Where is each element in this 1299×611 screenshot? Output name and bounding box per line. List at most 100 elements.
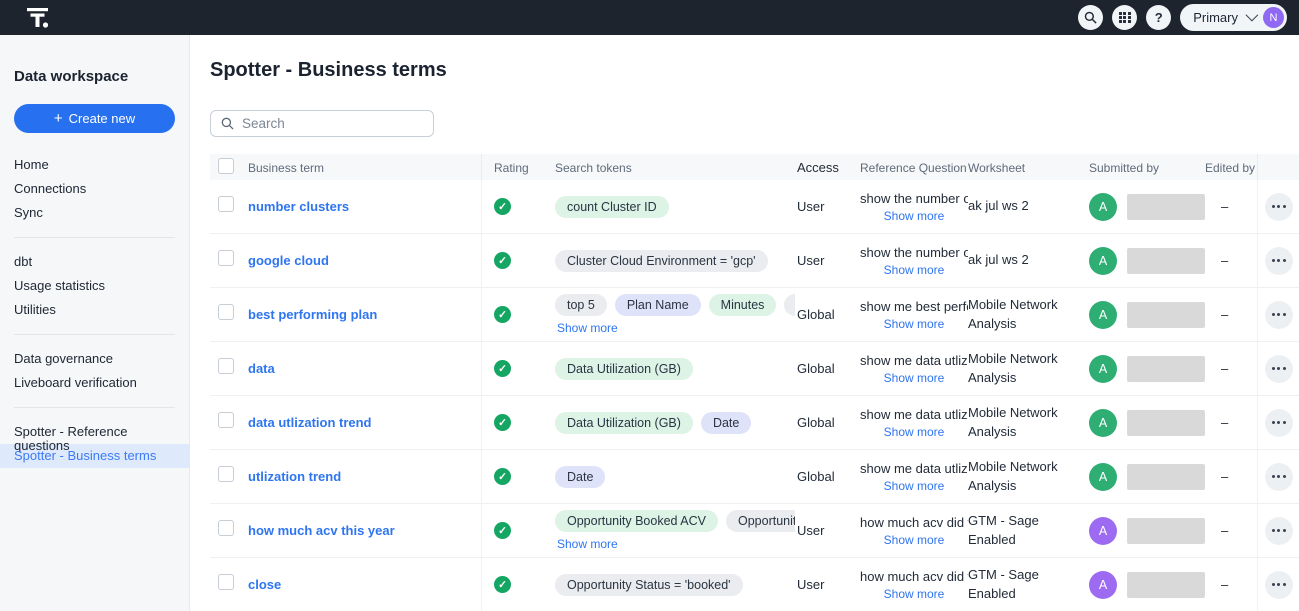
sidebar-item-usage-statistics[interactable]: Usage statistics (0, 274, 189, 298)
header-worksheet: Worksheet (968, 160, 1085, 175)
verified-check-icon: ✓ (494, 360, 511, 377)
sidebar: Data workspace + Create new HomeConnecti… (0, 35, 190, 611)
reference-question-text: show me data utlizati (860, 353, 968, 368)
reference-question-cell: how much acv did w Show more (860, 569, 968, 601)
more-actions-button[interactable] (1265, 193, 1293, 221)
reference-show-more-link[interactable]: Show more (860, 533, 968, 547)
header-submitted-by: Submitted by (1085, 160, 1205, 175)
table-row: data utlization trend ✓ Data Utilization… (210, 396, 1299, 450)
sidebar-item-liveboard-verification[interactable]: Liveboard verification (0, 371, 189, 395)
more-actions-button[interactable] (1265, 301, 1293, 329)
business-term-link[interactable]: close (248, 577, 481, 592)
sidebar-item-spotter-business-terms[interactable]: Spotter - Business terms (0, 444, 189, 468)
reference-show-more-link[interactable]: Show more (860, 371, 968, 385)
sidebar-title: Data workspace (14, 68, 189, 85)
actions-cell (1257, 396, 1299, 449)
rating-cell: ✓ (481, 342, 545, 395)
worksheet-cell: Mobile Network Analysis (968, 296, 1085, 334)
sidebar-item-dbt[interactable]: dbt (0, 250, 189, 274)
search-tokens-cell: count Cluster ID Show more (545, 196, 795, 218)
row-checkbox[interactable] (218, 574, 234, 590)
submitter-avatar: A (1089, 463, 1117, 491)
business-term-link[interactable]: utlization trend (248, 469, 481, 484)
user-avatar[interactable]: N (1263, 7, 1284, 28)
apps-grid-glyph (1119, 12, 1131, 24)
access-cell: User (795, 577, 860, 592)
select-all-checkbox[interactable] (218, 158, 234, 174)
row-checkbox[interactable] (218, 250, 234, 266)
sidebar-item-spotter-reference-questions[interactable]: Spotter - Reference questions (0, 420, 189, 444)
redacted-name-block (1127, 356, 1205, 382)
more-actions-button[interactable] (1265, 355, 1293, 383)
edited-by-cell: – (1205, 253, 1257, 268)
reference-question-cell: show me data utlizati Show more (860, 461, 968, 493)
sidebar-item-data-governance[interactable]: Data governance (0, 347, 189, 371)
row-checkbox[interactable] (218, 466, 234, 482)
apps-grid-icon[interactable] (1112, 5, 1137, 30)
reference-question-cell: show me data utlizati Show more (860, 353, 968, 385)
table-header-row: Business term Rating Search tokens Acces… (210, 154, 1299, 180)
business-term-link[interactable]: number clusters (248, 199, 481, 214)
reference-show-more-link[interactable]: Show more (860, 209, 968, 223)
more-actions-button[interactable] (1265, 409, 1293, 437)
more-actions-button[interactable] (1265, 517, 1293, 545)
row-checkbox-cell (210, 304, 248, 325)
redacted-name-block (1127, 194, 1205, 220)
worksheet-cell: Mobile Network Analysis (968, 350, 1085, 388)
sidebar-divider (14, 334, 175, 335)
submitter-avatar: A (1089, 409, 1117, 437)
business-term-link[interactable]: google cloud (248, 253, 481, 268)
more-actions-button[interactable] (1265, 463, 1293, 491)
thoughtspot-logo-icon[interactable] (26, 6, 50, 30)
global-search-icon[interactable] (1078, 5, 1103, 30)
reference-show-more-link[interactable]: Show more (860, 479, 968, 493)
access-cell: Global (795, 469, 860, 484)
worksheet-cell: ak jul ws 2 (968, 251, 1085, 270)
access-cell: User (795, 253, 860, 268)
actions-cell (1257, 558, 1299, 611)
token-chip: Data Utilization (GB) (555, 412, 693, 434)
more-actions-button[interactable] (1265, 571, 1293, 599)
org-switcher-label: Primary (1193, 10, 1238, 25)
submitted-by-cell: A (1085, 193, 1205, 221)
header-edited-by: Edited by (1205, 160, 1257, 175)
help-icon[interactable]: ? (1146, 5, 1171, 30)
reference-question-cell: show the number of c Show more (860, 191, 968, 223)
access-cell: Global (795, 415, 860, 430)
sidebar-item-home[interactable]: Home (0, 153, 189, 177)
submitted-by-cell: A (1085, 463, 1205, 491)
business-term-link[interactable]: how much acv this year (248, 523, 481, 538)
row-checkbox[interactable] (218, 358, 234, 374)
reference-show-more-link[interactable]: Show more (860, 425, 968, 439)
sidebar-item-sync[interactable]: Sync (0, 201, 189, 225)
row-checkbox[interactable] (218, 412, 234, 428)
tokens-show-more-link[interactable]: Show more (557, 321, 618, 335)
reference-show-more-link[interactable]: Show more (860, 317, 968, 331)
business-term-link[interactable]: best performing plan (248, 307, 481, 322)
submitter-avatar: A (1089, 247, 1117, 275)
rating-cell: ✓ (481, 396, 545, 449)
token-chip: Date (701, 412, 751, 434)
sidebar-item-connections[interactable]: Connections (0, 177, 189, 201)
table-row: number clusters ✓ count Cluster ID Show … (210, 180, 1299, 234)
reference-show-more-link[interactable]: Show more (860, 587, 968, 601)
more-actions-button[interactable] (1265, 247, 1293, 275)
submitted-by-cell: A (1085, 409, 1205, 437)
row-checkbox[interactable] (218, 520, 234, 536)
row-checkbox-cell (210, 358, 248, 379)
verified-check-icon: ✓ (494, 252, 511, 269)
tokens-show-more-link[interactable]: Show more (557, 537, 618, 551)
plus-icon: + (54, 110, 63, 127)
row-checkbox[interactable] (218, 304, 234, 320)
table-search-box[interactable] (210, 110, 434, 137)
org-switcher[interactable]: Primary N (1180, 4, 1287, 31)
search-input[interactable] (242, 116, 423, 131)
business-term-link[interactable]: data (248, 361, 481, 376)
token-chip: sort b (784, 294, 795, 316)
reference-show-more-link[interactable]: Show more (860, 263, 968, 277)
rating-cell: ✓ (481, 558, 545, 611)
business-term-link[interactable]: data utlization trend (248, 415, 481, 430)
create-new-button[interactable]: + Create new (14, 104, 175, 133)
sidebar-item-utilities[interactable]: Utilities (0, 298, 189, 322)
row-checkbox[interactable] (218, 196, 234, 212)
